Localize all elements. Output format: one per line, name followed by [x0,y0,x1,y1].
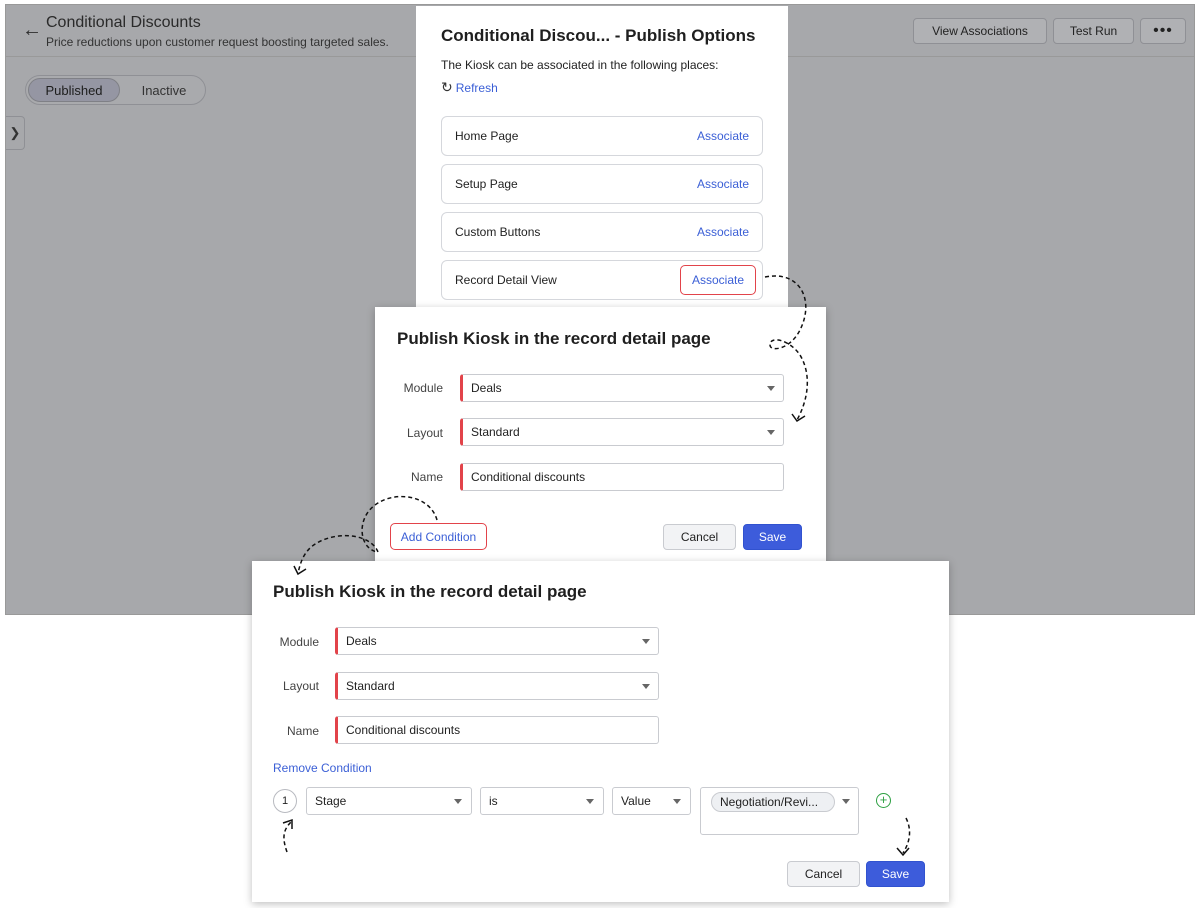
name-label: Name [286,724,319,738]
name-value: Conditional discounts [346,723,461,737]
save-button[interactable]: Save [743,524,802,550]
condition-value-multiselect[interactable]: Negotiation/Revi... [700,787,859,835]
dialog-title: Publish Kiosk in the record detail page [273,582,587,601]
page-title: Conditional Discounts [46,14,201,31]
association-row-home-page: Home Page Associate [441,116,763,156]
module-value: Deals [471,381,502,395]
name-label: Name [410,470,443,484]
remove-condition-link[interactable]: Remove Condition [273,761,372,775]
condition-field-value: Stage [315,794,347,808]
test-run-button[interactable]: Test Run [1053,18,1134,44]
dialog-title: Publish Kiosk in the record detail page [397,329,711,348]
more-options-button[interactable]: ••• [1140,18,1186,44]
back-arrow-icon[interactable]: ← [22,20,42,40]
publish-options-title: Conditional Discou... - Publish Options [441,26,756,45]
refresh-icon: ↻ [441,79,453,95]
associate-button[interactable]: Associate [690,217,756,247]
dropdown-caret-icon [767,430,775,435]
module-label: Module [403,381,443,395]
module-label: Module [279,635,319,649]
dropdown-caret-icon [454,799,462,804]
association-row-custom-buttons: Custom Buttons Associate [441,212,763,252]
dropdown-caret-icon [767,386,775,391]
refresh-link[interactable]: ↻ Refresh [441,79,498,96]
sidebar-expand-handle[interactable]: ❯ [6,116,25,150]
module-select[interactable]: Deals [335,627,659,655]
condition-operator-select[interactable]: is [480,787,604,815]
add-condition-row-icon[interactable]: + [876,793,891,808]
associate-button[interactable]: Associate [690,121,756,151]
name-value: Conditional discounts [471,470,586,484]
condition-type-value: Value [621,794,651,808]
dropdown-caret-icon [642,639,650,644]
status-toggle: Published Inactive [25,75,206,105]
save-button[interactable]: Save [866,861,925,887]
module-select[interactable]: Deals [460,374,784,402]
refresh-label: Refresh [455,80,498,95]
condition-field-select[interactable]: Stage [306,787,472,815]
association-label: Home Page [455,129,519,143]
page-subtitle: Price reductions upon customer request b… [46,35,389,49]
dropdown-caret-icon [673,799,681,804]
toggle-published[interactable]: Published [28,78,120,102]
associate-button-highlighted[interactable]: Associate [680,265,756,295]
publish-options-description: The Kiosk can be associated in the follo… [441,58,719,72]
condition-type-select[interactable]: Value [612,787,691,815]
layout-select[interactable]: Standard [460,418,784,446]
dropdown-caret-icon [586,799,594,804]
cancel-button[interactable]: Cancel [663,524,736,550]
publish-kiosk-dialog: Publish Kiosk in the record detail page … [375,307,826,562]
association-label: Setup Page [455,177,518,191]
name-input[interactable]: Conditional discounts [460,463,784,491]
toggle-inactive[interactable]: Inactive [124,78,204,102]
layout-label: Layout [282,679,319,693]
association-label: Record Detail View [455,273,557,287]
association-label: Custom Buttons [455,225,541,239]
publish-options-panel: Conditional Discou... - Publish Options … [416,6,788,312]
dropdown-caret-icon [642,684,650,689]
chevron-right-icon: ❯ [9,125,21,140]
view-associations-button[interactable]: View Associations [913,18,1047,44]
condition-number: 1 [273,789,297,813]
layout-value: Standard [346,679,395,693]
module-value: Deals [346,634,377,648]
dropdown-caret-icon [842,799,850,804]
add-condition-button[interactable]: Add Condition [390,523,487,550]
associate-button[interactable]: Associate [690,169,756,199]
layout-label: Layout [406,426,443,440]
association-row-record-detail-view: Record Detail View Associate [441,260,763,300]
value-chip[interactable]: Negotiation/Revi... [711,792,835,812]
association-row-setup-page: Setup Page Associate [441,164,763,204]
layout-value: Standard [471,425,520,439]
publish-kiosk-dialog-with-condition: Publish Kiosk in the record detail page … [252,561,949,902]
condition-operator-value: is [489,794,498,808]
cancel-button[interactable]: Cancel [787,861,860,887]
layout-select[interactable]: Standard [335,672,659,700]
name-input[interactable]: Conditional discounts [335,716,659,744]
